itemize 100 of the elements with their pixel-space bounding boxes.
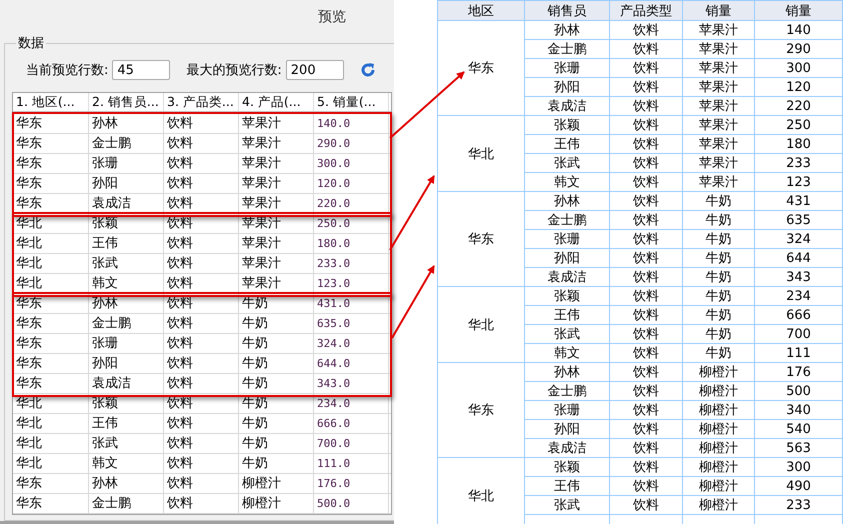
table-cell: 220.0 [314, 194, 389, 213]
table-cell: 700 [754, 324, 842, 344]
refresh-icon[interactable] [360, 62, 376, 78]
region-cell: 华北 [438, 458, 524, 524]
table-cell: 300.0 [314, 154, 389, 173]
column-header: 销售员 [524, 0, 610, 20]
table-cell: 张珊 [524, 58, 610, 78]
table-cell: 张珊 [89, 154, 164, 173]
table-cell: 苹果汁 [239, 194, 314, 213]
table-cell: 饮料 [610, 78, 682, 96]
table-cell: 饮料 [610, 476, 682, 496]
table-cell: 柳橙汁 [239, 494, 314, 513]
table-cell: 孙林 [89, 294, 164, 313]
table-cell: 饮料 [164, 294, 239, 313]
table-cell: 牛奶 [239, 414, 314, 433]
table-cell: 袁成洁 [524, 96, 610, 116]
input-field[interactable]: 45 [112, 60, 170, 80]
table-cell: 华北 [13, 454, 89, 473]
table-cell: 290 [754, 40, 842, 58]
table-cell: 苹果汁 [682, 78, 754, 96]
table-cell: 300 [754, 458, 842, 476]
table-cell: 饮料 [164, 394, 239, 413]
column-header: 产品类型 [610, 0, 682, 20]
table-cell: 韩文 [524, 344, 610, 362]
table-cell: 苹果汁 [239, 274, 314, 293]
table-cell: 孙阳 [89, 354, 164, 373]
table-cell: 140.0 [314, 114, 389, 133]
table-cell: 233.0 [314, 254, 389, 273]
table-cell: 180.0 [314, 234, 389, 253]
table-cell: 张武 [524, 324, 610, 344]
table-cell: 饮料 [164, 454, 239, 473]
table-cell: 饮料 [164, 354, 239, 373]
table-cell: 华东 [13, 134, 89, 153]
table-cell: 华北 [13, 274, 89, 293]
table-cell: 张颖 [89, 214, 164, 233]
table-cell: 苹果汁 [239, 134, 314, 153]
table-cell: 饮料 [610, 134, 682, 154]
table-cell: 王伟 [89, 234, 164, 253]
column-header[interactable]: 2. 销售员... [89, 93, 164, 111]
table-cell: 233 [754, 154, 842, 172]
table-cell: 饮料 [610, 362, 682, 382]
table-cell: 牛奶 [682, 192, 754, 210]
table-cell: 饮料 [164, 314, 239, 333]
table-cell: 金士鹏 [524, 382, 610, 400]
table-cell: 柳橙汁 [239, 474, 314, 493]
table-cell: 华东 [13, 174, 89, 193]
column-header[interactable]: 5. 销量(... [314, 93, 389, 111]
table-cell: 张颖 [524, 116, 610, 134]
table-cell: 饮料 [610, 420, 682, 438]
table-cell: 644 [754, 248, 842, 268]
table-cell: 饮料 [164, 194, 239, 213]
column-header[interactable]: 4. 产品(... [239, 93, 314, 111]
table-cell: 饮料 [610, 116, 682, 134]
column-header[interactable]: 3. 产品类... [164, 93, 239, 111]
table-cell: 牛奶 [239, 434, 314, 453]
table-cell: 柳橙汁 [682, 476, 754, 496]
table-cell: 张武 [524, 496, 610, 514]
table-cell: 饮料 [610, 248, 682, 268]
table-cell: 176 [754, 362, 842, 382]
table-cell: 饮料 [164, 154, 239, 173]
table-cell: 韩文 [524, 172, 610, 192]
table-cell: 孙林 [524, 362, 610, 382]
table-cell: 华东 [13, 474, 89, 493]
table-cell: 饮料 [164, 254, 239, 273]
column-header: 地区 [438, 0, 524, 20]
table-cell: 张珊 [524, 230, 610, 248]
table-cell: 700.0 [314, 434, 389, 453]
table-cell: 340 [754, 400, 842, 420]
column-header[interactable]: 1. 地区(... [13, 93, 89, 111]
table-cell: 柳橙汁 [682, 438, 754, 458]
table-cell: 饮料 [610, 230, 682, 248]
table-cell: 牛奶 [239, 374, 314, 393]
table-cell: 袁成洁 [524, 438, 610, 458]
table-cell: 饮料 [164, 474, 239, 493]
column-header: 销量 [754, 0, 842, 20]
table-cell: 苹果汁 [682, 134, 754, 154]
table-cell: 孙阳 [89, 174, 164, 193]
table-cell: 华北 [13, 414, 89, 433]
table-cell: 王伟 [524, 134, 610, 154]
table-cell: 华北 [13, 254, 89, 273]
table-cell: 王伟 [524, 476, 610, 496]
panel-title: 预览 [318, 8, 346, 26]
table-cell: 牛奶 [239, 454, 314, 473]
table-cell: 234.0 [314, 394, 389, 413]
table-cell: 牛奶 [682, 210, 754, 230]
field-label: 最大的预览行数: [186, 62, 282, 79]
table-cell: 饮料 [164, 174, 239, 193]
input-field[interactable]: 200 [286, 60, 344, 80]
table-cell: 袁成洁 [524, 268, 610, 286]
table-cell: 韩文 [89, 274, 164, 293]
table-cell: 牛奶 [682, 230, 754, 248]
table-cell: 柳橙汁 [682, 420, 754, 438]
table-cell: 华东 [13, 354, 89, 373]
region-cell: 华北 [438, 116, 524, 192]
table-cell: 635.0 [314, 314, 389, 333]
table-cell: 王伟 [89, 414, 164, 433]
table-cell: 柳橙汁 [682, 458, 754, 476]
table-cell: 563 [754, 438, 842, 458]
table-cell: 饮料 [610, 458, 682, 476]
table-cell: 180 [754, 134, 842, 154]
